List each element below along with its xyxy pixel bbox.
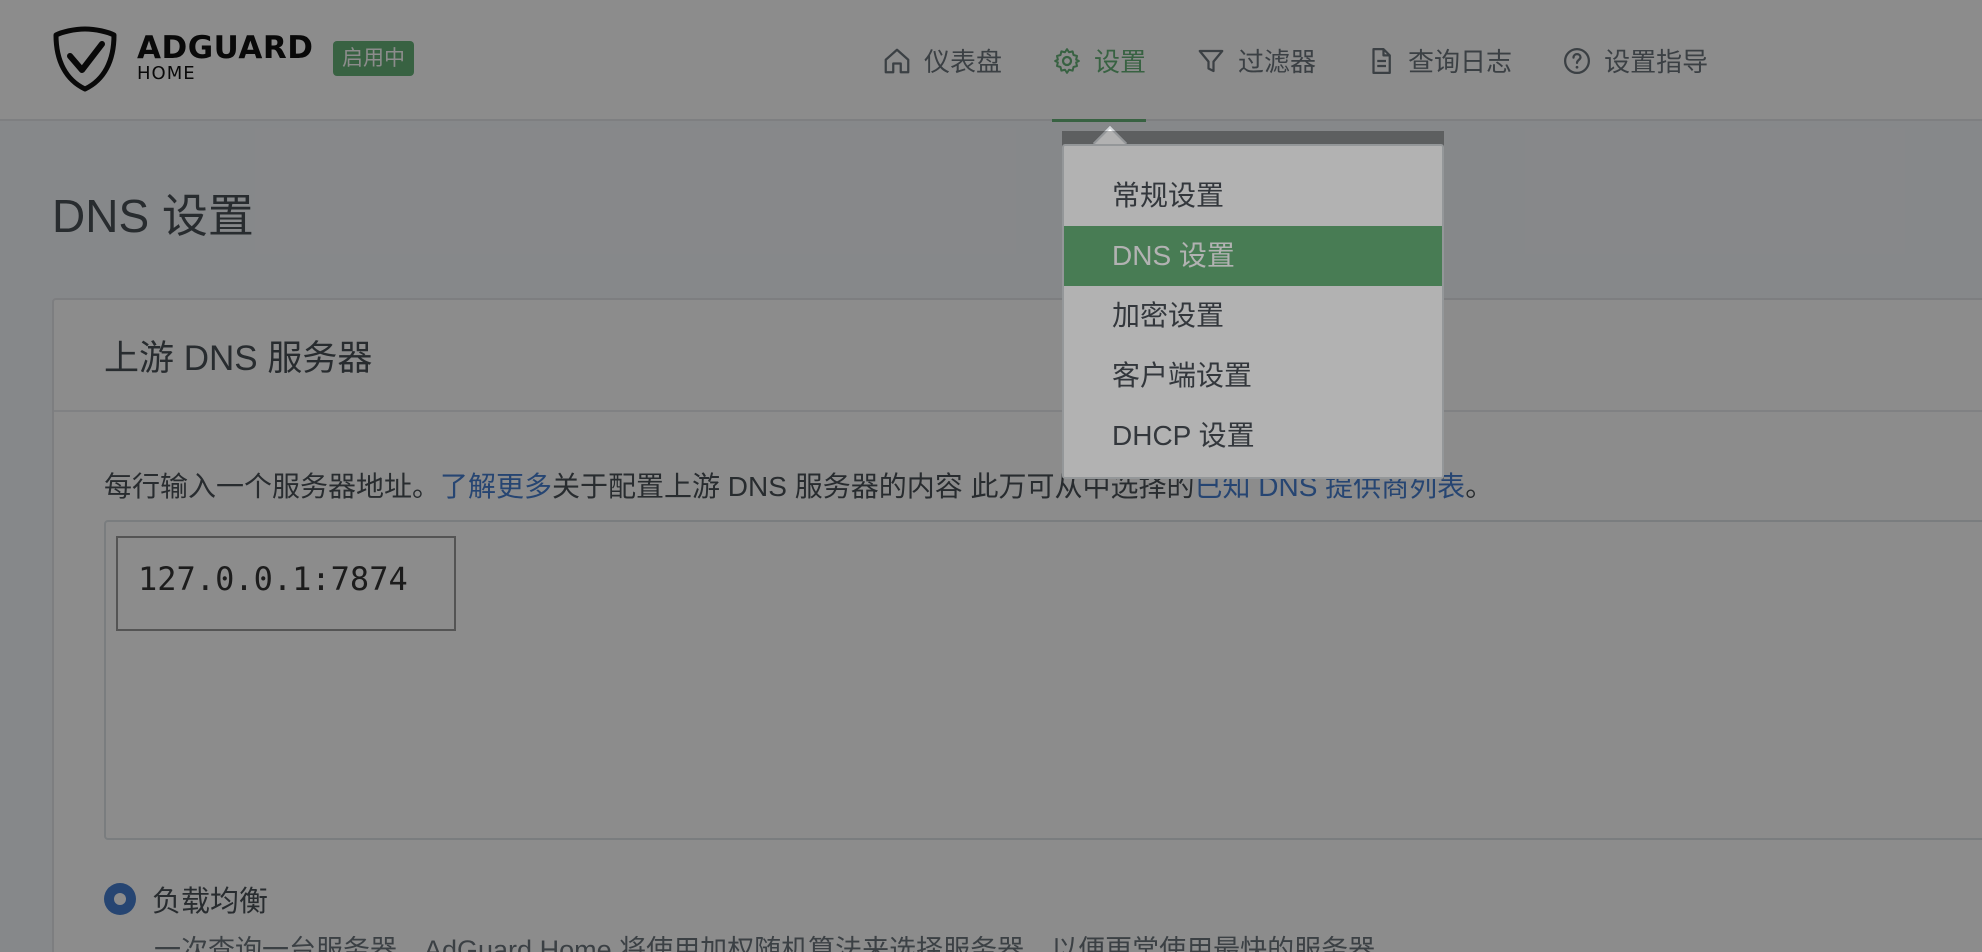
menu-item-general-settings[interactable]: 常规设置 bbox=[1064, 166, 1442, 226]
menu-item-client-settings[interactable]: 客户端设置 bbox=[1064, 346, 1442, 406]
menu-item-dns-settings[interactable]: DNS 设置 bbox=[1064, 226, 1442, 286]
menu-item-dhcp-settings[interactable]: DHCP 设置 bbox=[1064, 406, 1442, 466]
menu-item-encryption-settings[interactable]: 加密设置 bbox=[1064, 286, 1442, 346]
settings-dropdown-menu: 常规设置 DNS 设置 加密设置 客户端设置 DHCP 设置 bbox=[1062, 144, 1444, 479]
modal-overlay[interactable] bbox=[0, 0, 1982, 952]
